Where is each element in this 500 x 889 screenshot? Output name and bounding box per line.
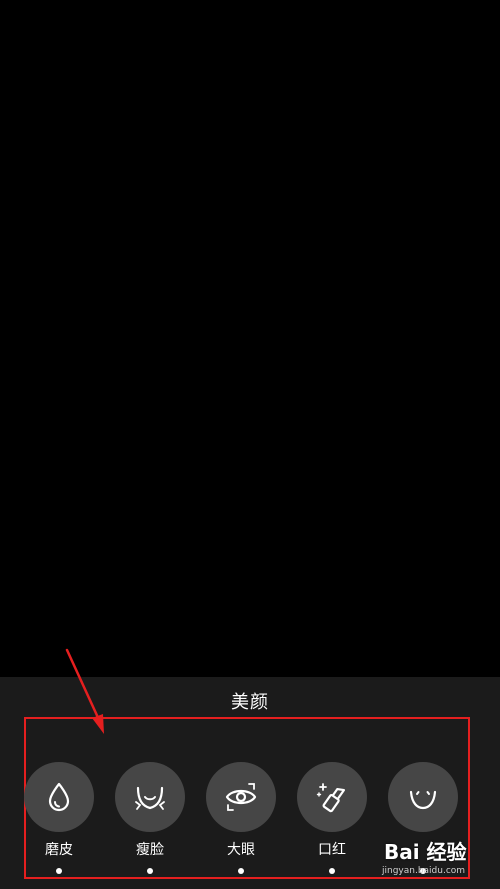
smile-icon [409, 790, 437, 810]
tool-circle[interactable] [206, 762, 276, 832]
tool-lipstick[interactable]: 口红 [297, 762, 367, 882]
tool-indicator-dot [56, 868, 62, 874]
tool-circle[interactable] [24, 762, 94, 832]
tool-slim-face[interactable]: 瘦脸 [115, 762, 185, 882]
face-slim-icon [135, 786, 165, 810]
tool-circle[interactable] [388, 762, 458, 832]
tool-big-eyes[interactable]: 大眼 [206, 762, 276, 882]
droplet-icon [48, 782, 70, 812]
watermark-url: jingyan.baidu.com [382, 866, 466, 876]
camera-preview [0, 0, 500, 677]
eye-icon [225, 783, 257, 811]
tool-indicator-dot [147, 868, 153, 874]
lipstick-icon [316, 783, 346, 813]
camera-screen: 美颜 磨皮 瘦脸 大眼 口红 Bai 经验 jingyan.baidu.com [0, 0, 500, 889]
panel-title: 美颜 [231, 692, 269, 713]
tool-indicator-dot [329, 868, 335, 874]
tool-smooth-skin[interactable]: 磨皮 [24, 762, 94, 882]
watermark: Bai 经验 jingyan.baidu.com [380, 834, 500, 889]
tool-circle[interactable] [297, 762, 367, 832]
tool-circle[interactable] [115, 762, 185, 832]
watermark-logo: Bai 经验 [384, 840, 467, 864]
tool-indicator-dot [238, 868, 244, 874]
tool-label: 磨皮 [45, 842, 73, 858]
tool-label: 口红 [318, 842, 346, 858]
tool-label: 瘦脸 [136, 842, 164, 858]
tool-label: 大眼 [227, 842, 255, 858]
